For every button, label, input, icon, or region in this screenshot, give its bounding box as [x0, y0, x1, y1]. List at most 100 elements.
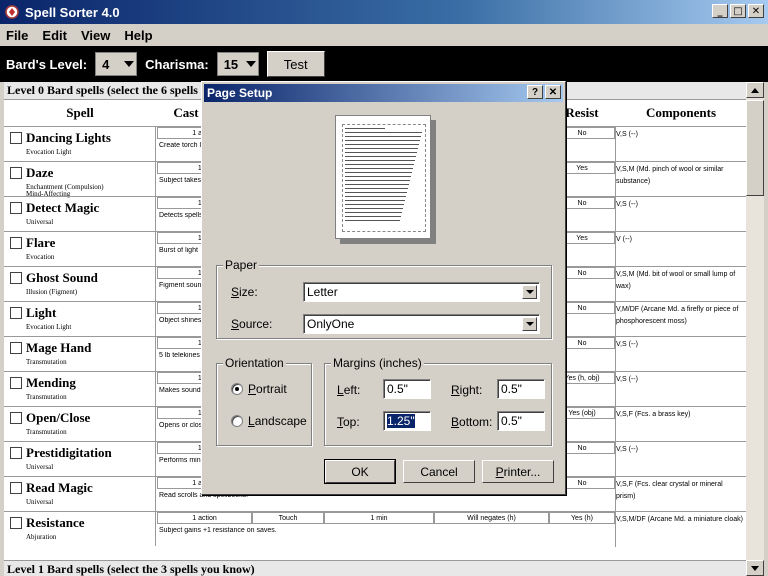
spell-checkbox[interactable]: [10, 237, 22, 249]
spell-school: Transmutation: [26, 428, 67, 436]
source-select[interactable]: OnlyOne: [303, 314, 540, 334]
spell-name: Prestidigitation: [26, 445, 112, 460]
window-titlebar: Spell Sorter 4.0 _ □ ✕: [0, 0, 768, 24]
spell-name-cell: Read Magic Universal: [4, 477, 156, 511]
spell-name: Flare: [26, 235, 56, 250]
spell-name: Dancing Lights: [26, 130, 111, 145]
spell-description: Subject gains +1 resistance on saves.: [159, 527, 277, 534]
spell-name-cell: Dancing Lights Evocation Light: [4, 127, 156, 161]
preview-text-line: [345, 156, 416, 157]
chevron-down-icon: [522, 285, 537, 299]
spell-name-cell: Light Evocation Light: [4, 302, 156, 336]
scroll-up-button[interactable]: [746, 82, 764, 98]
menu-view[interactable]: View: [81, 28, 110, 43]
spell-checkbox[interactable]: [10, 377, 22, 389]
paper-group-label: Paper: [223, 258, 260, 272]
dialog-titlebar: Page Setup ? ✕: [204, 84, 563, 102]
spell-description: Subject takes: [159, 177, 202, 184]
left-margin-label: Left:: [337, 383, 361, 397]
components-cell: V,S (--): [616, 446, 638, 453]
spell-name: Light: [26, 305, 57, 320]
menu-file[interactable]: File: [6, 28, 28, 43]
preview-text-line: [345, 132, 422, 133]
spell-school: Evocation Light: [26, 148, 72, 156]
spell-checkbox[interactable]: [10, 412, 22, 424]
spell-description: Makes sound: [159, 387, 201, 394]
printer-button[interactable]: Printer...: [482, 460, 554, 483]
source-label: Source:: [231, 317, 273, 331]
scroll-thumb[interactable]: [746, 100, 764, 196]
source-value: OnlyOne: [307, 317, 355, 331]
spell-checkbox[interactable]: [10, 272, 22, 284]
bottom-margin-field[interactable]: 0.5": [497, 411, 545, 431]
left-margin-field[interactable]: 0.5": [383, 379, 431, 399]
spell-checkbox[interactable]: [10, 132, 22, 144]
margins-group: Margins (inches) Left: 0.5" Right: 0.5" …: [324, 356, 552, 446]
spell-checkbox[interactable]: [10, 307, 22, 319]
test-button[interactable]: Test: [266, 51, 325, 77]
size-value: Letter: [307, 285, 338, 299]
preview-text-line: [345, 196, 406, 197]
preview-text-line: [345, 188, 408, 189]
components-cell: V,S,M (Md. pinch of wool or similar subs…: [616, 166, 724, 185]
spell-name-cell: Daze Enchantment (Compulsion) Mind-Affecti…: [4, 162, 156, 198]
scroll-down-button[interactable]: [746, 560, 764, 576]
ok-button[interactable]: OK: [324, 459, 396, 484]
bard-level-label: Bard's Level:: [6, 56, 88, 72]
spell-name-cell: Prestidigitation Universal: [4, 442, 156, 476]
dialog-help-button[interactable]: ?: [527, 85, 543, 99]
spell-name-cell: Mending Transmutation: [4, 372, 156, 406]
components-cell: V,M/DF (Arcane Md. a firefly or piece of…: [616, 306, 739, 325]
spell-school: Evocation Light: [26, 323, 72, 331]
duration-cell: 1 min: [324, 512, 434, 524]
maximize-button[interactable]: □: [730, 4, 746, 18]
top-margin-label: Top:: [337, 415, 360, 429]
spell-description: Opens or clos: [159, 422, 203, 429]
page-preview: [335, 115, 431, 239]
minimize-button[interactable]: _: [712, 4, 728, 18]
orientation-group-label: Orientation: [223, 356, 286, 370]
bard-level-value: 4: [102, 56, 110, 72]
preview-text-line: [345, 208, 403, 209]
size-select[interactable]: Letter: [303, 282, 540, 302]
preview-text-line: [345, 128, 385, 129]
spell-name: Detect Magic: [26, 200, 100, 215]
spell-checkbox[interactable]: [10, 447, 22, 459]
right-margin-field[interactable]: 0.5": [497, 379, 545, 399]
spell-description: Create torch li: [159, 142, 203, 149]
charisma-label: Charisma:: [145, 56, 209, 72]
spell-checkbox[interactable]: [10, 482, 22, 494]
spell-name-cell: Flare Evocation: [4, 232, 156, 266]
chevron-down-icon: [244, 55, 258, 73]
chevron-down-icon: [122, 55, 136, 73]
spell-school: Evocation: [26, 253, 55, 261]
preview-text-line: [345, 176, 411, 177]
components-cell: V,S,F (Fcs. a brass key): [616, 411, 691, 418]
preview-text-line: [345, 136, 421, 137]
components-cell: V (--): [616, 236, 632, 243]
cancel-button[interactable]: Cancel: [403, 460, 475, 483]
charisma-select[interactable]: 15: [216, 52, 259, 76]
bard-level-select[interactable]: 4: [95, 52, 138, 76]
level-1-header: Level 1 Bard spells (select the 3 spells…: [4, 560, 746, 576]
page-margin-outline: [342, 124, 426, 232]
spell-checkbox[interactable]: [10, 167, 22, 179]
margins-group-label: Margins (inches): [331, 356, 424, 370]
close-button[interactable]: ✕: [748, 4, 764, 18]
chevron-down-icon: [522, 317, 537, 331]
spell-checkbox[interactable]: [10, 517, 22, 529]
spell-name-cell: Resistance Abjuration: [4, 512, 156, 546]
spell-checkbox[interactable]: [10, 202, 22, 214]
top-margin-field[interactable]: 1.25": [383, 411, 431, 431]
dialog-close-button[interactable]: ✕: [545, 85, 561, 99]
landscape-label: Landscape: [248, 414, 307, 428]
landscape-radio[interactable]: [231, 415, 243, 427]
menu-help[interactable]: Help: [124, 28, 152, 43]
spell-checkbox[interactable]: [10, 342, 22, 354]
portrait-radio[interactable]: [231, 383, 243, 395]
components-cell: V,S,F (Fcs. clear crystal or mineral pri…: [616, 481, 723, 500]
vertical-scrollbar[interactable]: [746, 82, 764, 576]
spell-school: Transmutation: [26, 358, 67, 366]
spell-name-cell: Ghost Sound Illusion (Figment): [4, 267, 156, 301]
menu-edit[interactable]: Edit: [42, 28, 67, 43]
